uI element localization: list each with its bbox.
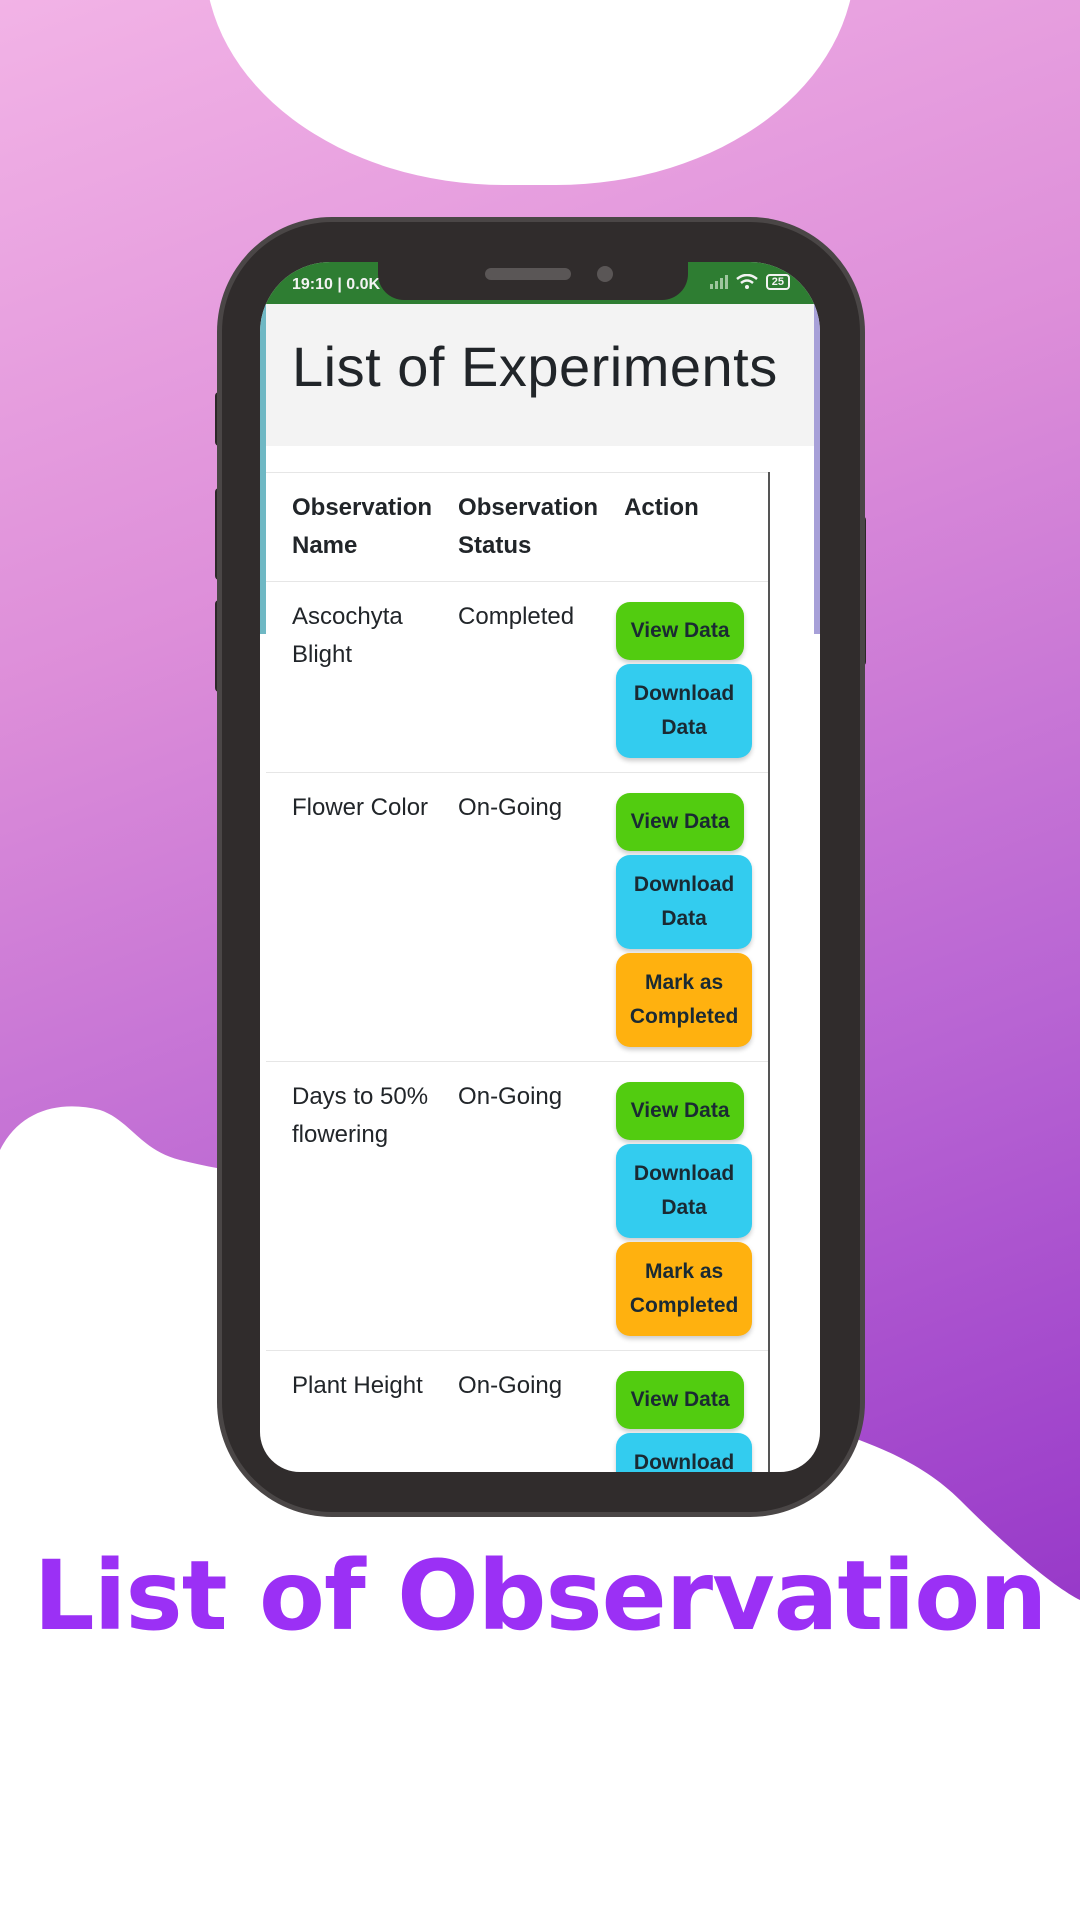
speaker-icon <box>485 268 571 280</box>
view-data-button[interactable]: View Data <box>616 1082 745 1140</box>
promo-caption: List of Observation <box>33 1540 1047 1652</box>
observation-name: Ascochyta Blight <box>266 581 433 773</box>
download-data-button[interactable]: Download Data <box>616 664 753 758</box>
status-icons: 25 <box>709 274 790 290</box>
action-cell: View Data Download Data <box>598 1350 768 1472</box>
download-data-button[interactable]: Download Data <box>616 1144 753 1238</box>
action-cell: View Data Download Data <box>598 581 768 773</box>
table-header-row: Observation Name Observation Status Acti… <box>266 472 768 582</box>
observation-status: On-Going <box>432 772 599 1062</box>
observations-table[interactable]: Observation Name Observation Status Acti… <box>266 472 770 1472</box>
wifi-icon <box>735 274 758 289</box>
status-time: 19:10 | 0.0K <box>292 276 381 293</box>
column-header-name: Observation Name <box>266 472 433 582</box>
phone-screen: 19:10 | 0.0K 25 List of Experiments Obse… <box>260 262 820 1472</box>
observation-status: On-Going <box>432 1350 599 1472</box>
mark-completed-button[interactable]: Mark as Completed <box>616 1242 753 1336</box>
battery-icon: 25 <box>765 274 790 290</box>
observation-status: On-Going <box>432 1061 599 1351</box>
page-title: List of Experiments <box>292 335 778 398</box>
view-data-button[interactable]: View Data <box>616 793 745 851</box>
action-cell: View Data Download Data Mark as Complete… <box>598 1061 768 1351</box>
observation-status: Completed <box>432 581 599 773</box>
observation-name: Days to 50% flowering <box>266 1061 433 1351</box>
mark-completed-button[interactable]: Mark as Completed <box>616 953 753 1047</box>
observation-name: Plant Height <box>266 1350 433 1472</box>
observation-name: Flower Color <box>266 772 433 1062</box>
view-data-button[interactable]: View Data <box>616 602 745 660</box>
camera-icon <box>597 266 613 282</box>
action-cell: View Data Download Data Mark as Complete… <box>598 772 768 1062</box>
download-data-button[interactable]: Download Data <box>616 1433 753 1472</box>
column-header-action: Action <box>598 472 768 582</box>
accent-strip-right <box>814 304 820 634</box>
table-row: Ascochyta Blight Completed View Data Dow… <box>266 581 768 773</box>
signal-icon <box>709 275 728 289</box>
view-data-button[interactable]: View Data <box>616 1371 745 1429</box>
table-row: Plant Height On-Going View Data Download… <box>266 1350 768 1472</box>
page-header: List of Experiments <box>266 304 814 446</box>
table-row: Days to 50% flowering On-Going View Data… <box>266 1061 768 1351</box>
column-header-status: Observation Status <box>432 472 599 582</box>
download-data-button[interactable]: Download Data <box>616 855 753 949</box>
table-row: Flower Color On-Going View Data Download… <box>266 772 768 1062</box>
